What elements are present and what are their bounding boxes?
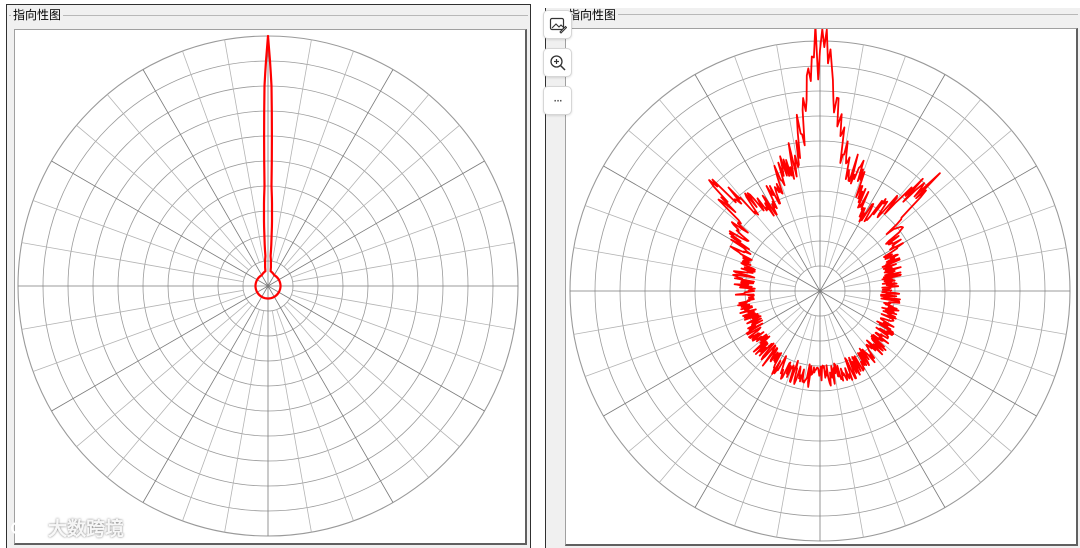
grid-spoke bbox=[838, 129, 1012, 276]
more-options-icon: ··· bbox=[553, 93, 563, 108]
polar-plot-frame bbox=[14, 29, 527, 545]
grid-spoke bbox=[584, 205, 797, 283]
grid-spoke bbox=[292, 289, 515, 330]
grid-spoke bbox=[286, 301, 460, 448]
more-options-button[interactable]: ··· bbox=[543, 86, 572, 115]
grid-spoke bbox=[224, 39, 265, 262]
right-directivity-panel: 指向性图 bbox=[545, 8, 1080, 548]
polar-plot-frame bbox=[565, 28, 1078, 546]
grid-spoke bbox=[844, 247, 1067, 288]
grid-spoke bbox=[76, 124, 250, 271]
grid-spoke bbox=[21, 289, 244, 330]
left-directivity-panel: 指向性图 bbox=[6, 4, 531, 548]
grid-spoke bbox=[283, 94, 430, 268]
grid-spoke bbox=[835, 309, 982, 483]
grid-spoke bbox=[734, 314, 812, 527]
grid-spoke bbox=[283, 304, 430, 478]
image-edit-icon bbox=[549, 17, 567, 34]
groupbox-line bbox=[9, 15, 528, 16]
grid-spoke bbox=[734, 55, 812, 268]
grid-spoke bbox=[658, 309, 805, 483]
panel-title: 指向性图 bbox=[11, 8, 64, 22]
grid-spoke bbox=[106, 94, 253, 268]
zoom-in-button[interactable] bbox=[543, 48, 572, 77]
grid-spoke bbox=[276, 309, 354, 522]
grid-spoke bbox=[291, 200, 504, 278]
grid-spoke bbox=[32, 294, 245, 372]
grid-spoke bbox=[21, 242, 244, 283]
grid-spoke bbox=[291, 294, 504, 372]
grid-spoke bbox=[573, 294, 796, 335]
grid-spoke bbox=[838, 306, 1012, 453]
grid-spoke bbox=[271, 310, 312, 533]
grid-spoke bbox=[76, 301, 250, 448]
image-edit-button[interactable] bbox=[543, 10, 572, 39]
groupbox-line bbox=[548, 14, 1078, 15]
grid-spoke bbox=[276, 50, 354, 263]
grid-spoke bbox=[292, 242, 515, 283]
polar-chart bbox=[17, 34, 519, 537]
grid-spoke bbox=[224, 310, 265, 533]
zoom-in-icon bbox=[549, 54, 566, 71]
watermark: 大数跨境 bbox=[10, 514, 124, 541]
grid-spoke bbox=[835, 99, 982, 273]
polar-chart bbox=[569, 29, 1071, 542]
grid-spoke bbox=[182, 309, 260, 522]
grid-spoke bbox=[843, 205, 1056, 283]
grid-spoke bbox=[823, 315, 864, 538]
grid-spoke bbox=[286, 124, 460, 271]
image-toolbar: ··· bbox=[543, 10, 573, 115]
watermark-logo-icon bbox=[11, 519, 41, 534]
grid-spoke bbox=[106, 304, 253, 478]
grid-spoke bbox=[182, 50, 260, 263]
grid-spoke bbox=[628, 306, 802, 453]
panel-title: 指向性图 bbox=[566, 8, 619, 22]
grid-spoke bbox=[271, 39, 312, 262]
watermark-text: 大数跨境 bbox=[48, 518, 125, 540]
grid-spoke bbox=[776, 315, 817, 538]
grid-spoke bbox=[32, 200, 245, 278]
grid-spoke bbox=[573, 247, 796, 288]
